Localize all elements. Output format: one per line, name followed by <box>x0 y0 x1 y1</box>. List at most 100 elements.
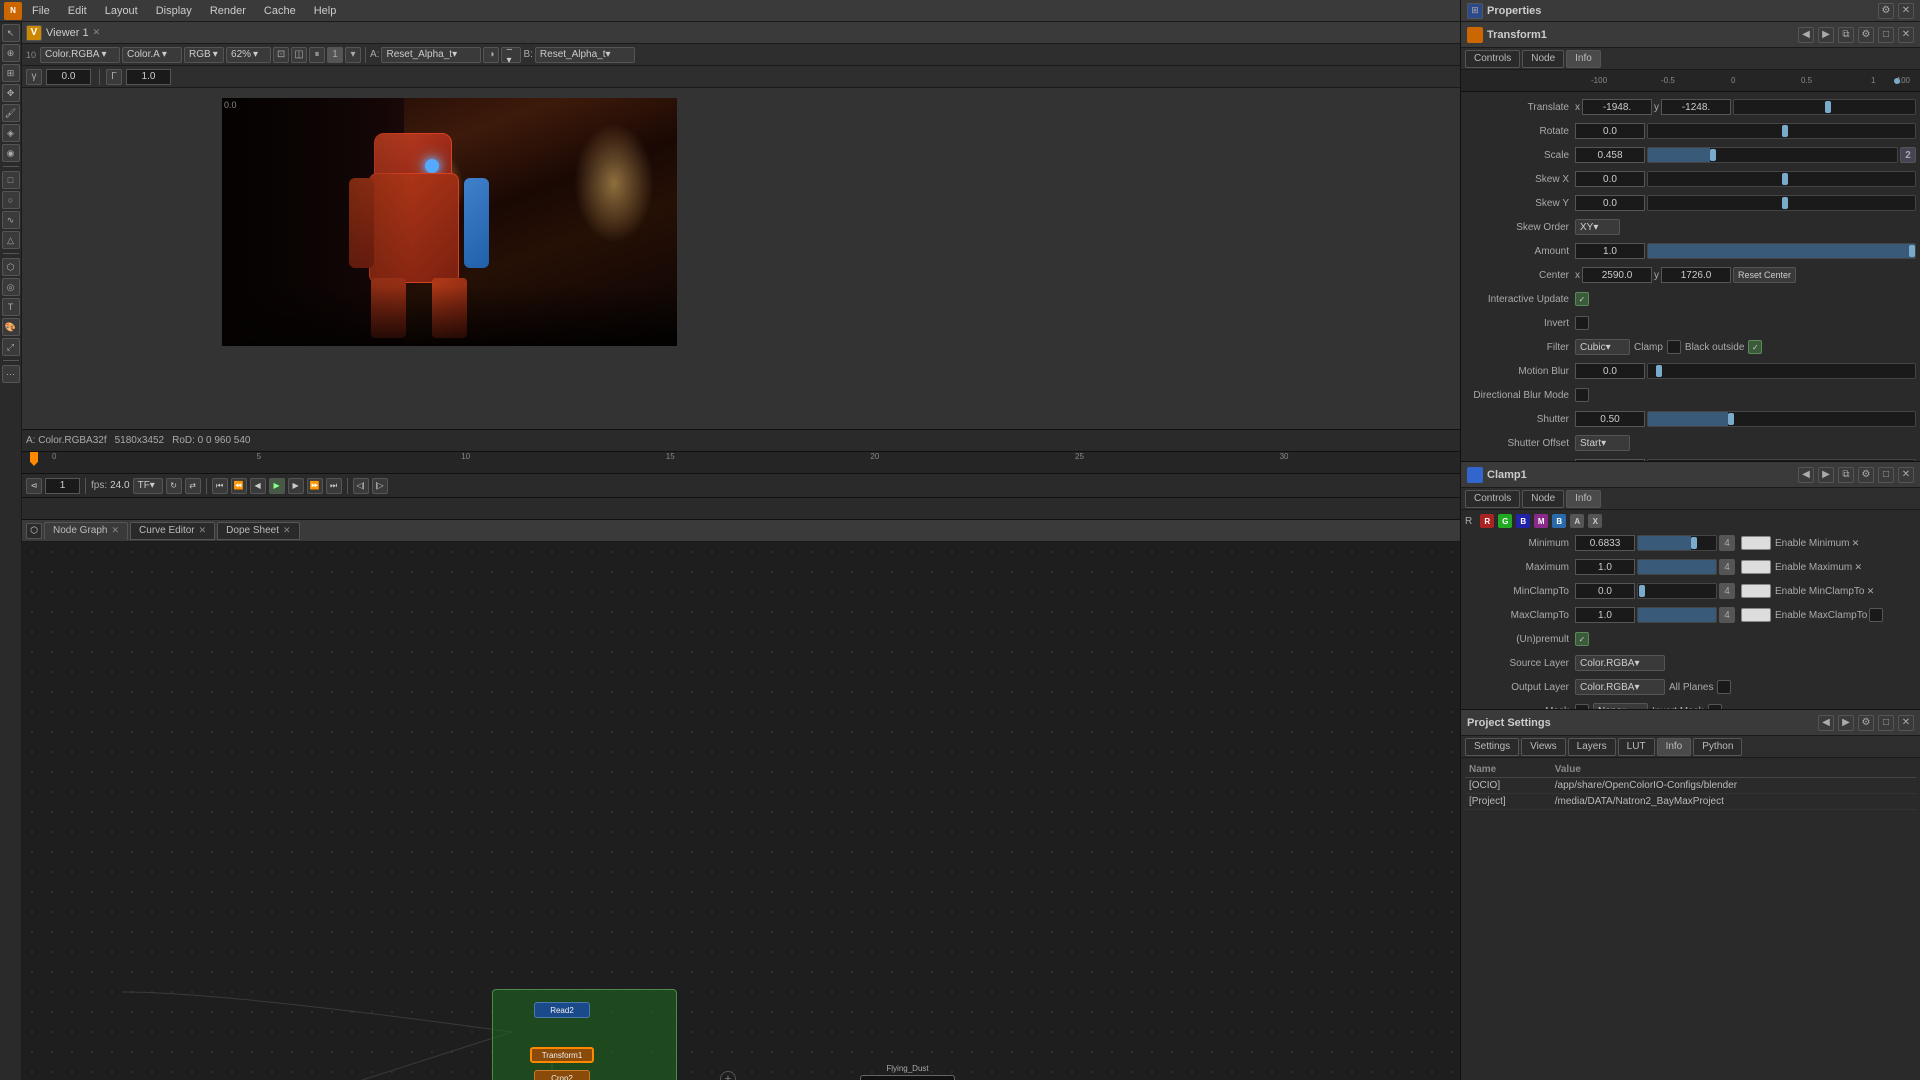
reset-center-btn[interactable]: Reset Center <box>1733 267 1796 283</box>
t1-maximize[interactable]: □ <box>1878 27 1894 43</box>
viewer-close[interactable]: ✕ <box>93 27 101 38</box>
viewer-num[interactable]: 10 <box>26 50 36 60</box>
rotate-input[interactable] <box>1575 123 1645 139</box>
props-settings[interactable]: ⚙ <box>1878 3 1894 19</box>
black-outside-checkbox[interactable]: ✓ <box>1748 340 1762 354</box>
max-clamp-to-slider[interactable] <box>1637 607 1717 623</box>
toolbar-poly[interactable]: △ <box>2 231 20 249</box>
amount-slider[interactable] <box>1647 243 1916 259</box>
tl-goto-start[interactable]: ⏮ <box>212 478 228 494</box>
viewer-gamma-input[interactable] <box>126 69 171 85</box>
tl-first-key[interactable]: ◁| <box>353 478 369 494</box>
tl-next-frame[interactable]: ▶ <box>288 478 304 494</box>
scale-input[interactable] <box>1575 147 1645 163</box>
t1-close[interactable]: ✕ <box>1898 27 1914 43</box>
maximum-slider[interactable] <box>1637 559 1717 575</box>
custom-offset-slider[interactable] <box>1647 459 1916 461</box>
min-clamp-to-slider[interactable] <box>1637 583 1717 599</box>
toolbar-brush[interactable]: 🖌 <box>2 104 20 122</box>
node-crop2[interactable]: Crop2 <box>534 1070 590 1080</box>
toolbar-color[interactable]: 🎨 <box>2 318 20 336</box>
props-icon[interactable]: ⊞ <box>1467 3 1483 19</box>
tab-node-graph[interactable]: Node Graph ✕ <box>44 522 128 540</box>
max-clamp-to-color[interactable] <box>1741 608 1771 622</box>
minimum-input[interactable] <box>1575 535 1635 551</box>
viewer-pause[interactable]: ⏸ <box>309 47 325 63</box>
filter-dropdown[interactable]: Cubic▾ <box>1575 339 1630 355</box>
amount-input[interactable] <box>1575 243 1645 259</box>
custom-offset-input[interactable] <box>1575 459 1645 461</box>
t1-tab-controls[interactable]: Controls <box>1465 50 1520 68</box>
ps-tab-python[interactable]: Python <box>1693 738 1742 756</box>
viewer-gain-input[interactable] <box>46 69 91 85</box>
tl-prev-frame[interactable]: ◀ <box>250 478 266 494</box>
channel-select[interactable]: Color.A▾ <box>122 47 182 63</box>
clamp1-tab-node[interactable]: Node <box>1522 490 1564 508</box>
ps-tab-layers[interactable]: Layers <box>1568 738 1616 756</box>
viewer-a-select[interactable]: Reset_Alpha_t▾ <box>381 47 481 63</box>
toolbar-pick[interactable]: ⊕ <box>2 44 20 62</box>
mask-checkbox[interactable] <box>1575 704 1589 709</box>
clamp-checkbox[interactable] <box>1667 340 1681 354</box>
tl-goto-end[interactable]: ⏭ <box>326 478 342 494</box>
viewer-wipe-mode[interactable]: –▾ <box>501 47 521 63</box>
viewer-wipe[interactable]: ◑ <box>483 47 499 63</box>
toolbar-pointer[interactable]: ↖ <box>2 24 20 42</box>
ch-m-btn[interactable]: M <box>1534 514 1548 528</box>
node-read2[interactable]: Read2 <box>534 1002 590 1018</box>
t1-tab-node[interactable]: Node <box>1522 50 1564 68</box>
clamp1-tab-info[interactable]: Info <box>1566 490 1601 508</box>
viewer-gamma-btn[interactable]: Γ <box>106 69 122 85</box>
scale-slider[interactable] <box>1647 147 1898 163</box>
clamp1-settings[interactable]: ⚙ <box>1858 467 1874 483</box>
t1-nav-next[interactable]: ▶ <box>1818 27 1834 43</box>
toolbar-zoom[interactable]: ⊞ <box>2 64 20 82</box>
skew-order-dropdown[interactable]: XY▾ <box>1575 219 1620 235</box>
tab-dope-sheet-close[interactable]: ✕ <box>283 525 291 536</box>
ch-b-btn[interactable]: B <box>1516 514 1530 528</box>
translate-x-input[interactable] <box>1582 99 1652 115</box>
toolbar-bezier[interactable]: ∿ <box>2 211 20 229</box>
ps-tab-info[interactable]: Info <box>1657 738 1692 756</box>
unpremult-checkbox[interactable]: ✓ <box>1575 632 1589 646</box>
skew-y-slider[interactable] <box>1647 195 1916 211</box>
clamp1-nav-prev[interactable]: ◀ <box>1798 467 1814 483</box>
translate-y-input[interactable] <box>1661 99 1731 115</box>
props-close[interactable]: ✕ <box>1898 3 1914 19</box>
toolbar-eye[interactable]: ◎ <box>2 278 20 296</box>
ch-g-btn[interactable]: G <box>1498 514 1512 528</box>
minimum-color[interactable] <box>1741 536 1771 550</box>
panel-icon[interactable]: ⬡ <box>26 523 42 539</box>
enable-minimum-x[interactable]: ✕ <box>1849 537 1861 549</box>
min-clamp-to-num[interactable]: 4 <box>1719 583 1735 599</box>
menu-display[interactable]: Display <box>148 3 200 19</box>
tl-next-key[interactable]: ⏩ <box>307 478 323 494</box>
zoom-select[interactable]: 62%▾ <box>226 47 271 63</box>
skew-x-input[interactable] <box>1575 171 1645 187</box>
enable-min-clamp-x[interactable]: ✕ <box>1865 585 1877 597</box>
viewer-gamma-icon[interactable]: γ <box>26 69 42 85</box>
center-y-input[interactable] <box>1661 267 1731 283</box>
ch-r-btn[interactable]: R <box>1480 514 1494 528</box>
toolbar-rect[interactable]: □ <box>2 171 20 189</box>
viewer-proxy-more[interactable]: ▾ <box>345 47 361 63</box>
source-layer-dropdown[interactable]: Color.RGBA▾ <box>1575 655 1665 671</box>
viewer-icon[interactable]: V <box>26 25 42 41</box>
clamp1-all-planes-check[interactable] <box>1717 680 1731 694</box>
viewer-b-select[interactable]: Reset_Alpha_t▾ <box>535 47 635 63</box>
motion-blur-input[interactable] <box>1575 363 1645 379</box>
translate-slider[interactable] <box>1733 99 1916 115</box>
enable-maximum-x[interactable]: ✕ <box>1852 561 1864 573</box>
max-clamp-to-input[interactable] <box>1575 607 1635 623</box>
ps-tab-lut[interactable]: LUT <box>1618 738 1655 756</box>
minimum-slider[interactable] <box>1637 535 1717 551</box>
color-space-select[interactable]: Color.RGBA▾ <box>40 47 120 63</box>
toolbar-clone[interactable]: ◈ <box>2 124 20 142</box>
scale-lock[interactable]: 2 <box>1900 147 1916 163</box>
tab-curve-editor-close[interactable]: ✕ <box>199 525 207 536</box>
menu-layout[interactable]: Layout <box>97 3 146 19</box>
toolbar-pan[interactable]: ✥ <box>2 84 20 102</box>
tl-bounce[interactable]: ⇄ <box>185 478 201 494</box>
tl-prev-key[interactable]: ⏪ <box>231 478 247 494</box>
toolbar-more[interactable]: ⋯ <box>2 365 20 383</box>
